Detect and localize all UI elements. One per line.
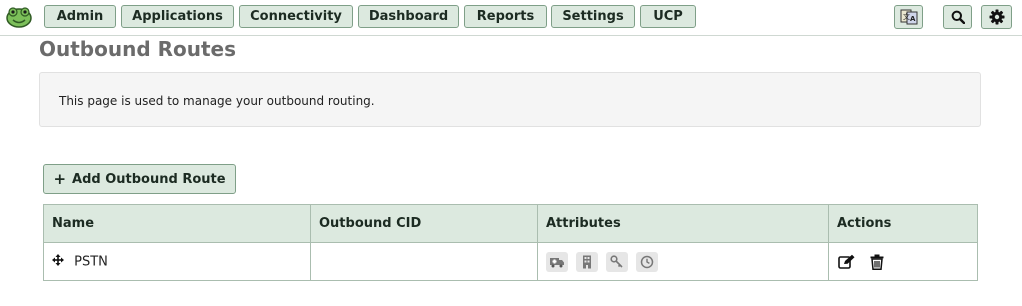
nav-applications[interactable]: Applications — [121, 5, 234, 28]
nav-settings-label: Settings — [562, 9, 624, 24]
info-text: This page is used to manage your outboun… — [59, 94, 375, 108]
translate-icon: 文 A — [900, 9, 917, 25]
edit-icon[interactable] — [837, 252, 857, 272]
nav-dashboard[interactable]: Dashboard — [358, 5, 459, 28]
key-password-icon — [606, 251, 629, 272]
route-name: PSTN — [74, 254, 108, 269]
logo-icon[interactable] — [4, 5, 34, 29]
add-outbound-route-label: Add Outbound Route — [72, 171, 226, 187]
nav-reports[interactable]: Reports — [464, 5, 547, 28]
nav-ucp[interactable]: UCP — [640, 5, 696, 28]
emergency-ambulance-icon — [546, 251, 568, 272]
info-panel: This page is used to manage your outboun… — [39, 72, 981, 127]
language-button[interactable]: 文 A — [894, 5, 923, 29]
column-header-outbound-cid[interactable]: Outbound CID — [310, 204, 538, 243]
column-header-attributes[interactable]: Attributes — [537, 204, 829, 243]
svg-text:文: 文 — [903, 12, 910, 21]
actions-cell — [828, 242, 978, 281]
nav-applications-label: Applications — [132, 9, 223, 24]
settings-button[interactable] — [981, 5, 1012, 29]
svg-text:A: A — [910, 15, 916, 23]
nav-ucp-label: UCP — [653, 9, 683, 24]
page-title: Outbound Routes — [39, 37, 237, 61]
route-name-cell[interactable]: PSTN — [43, 242, 311, 281]
outbound-routes-table: Name Outbound CID Attributes Actions PST… — [43, 204, 978, 281]
clock-time-group-icon — [636, 251, 659, 272]
top-nav-bar: Admin Applications Connectivity Dashboar… — [0, 0, 1022, 36]
column-header-actions: Actions — [828, 204, 978, 243]
nav-connectivity[interactable]: Connectivity — [239, 5, 353, 28]
nav-settings[interactable]: Settings — [551, 5, 635, 28]
nav-dashboard-label: Dashboard — [368, 9, 449, 24]
nav-admin[interactable]: Admin — [44, 5, 116, 28]
outbound-cid-cell — [310, 242, 538, 281]
column-header-name[interactable]: Name — [43, 204, 311, 243]
table-header-row: Name Outbound CID Attributes Actions — [43, 204, 978, 243]
drag-move-icon[interactable] — [52, 253, 66, 270]
building-intracompany-icon — [576, 251, 599, 272]
gear-icon — [989, 9, 1004, 25]
nav-admin-label: Admin — [56, 9, 104, 24]
trash-icon[interactable] — [867, 252, 887, 272]
table-row[interactable]: PSTN — [43, 242, 978, 281]
plus-icon: + — [53, 169, 67, 188]
search-icon — [951, 10, 965, 24]
attributes-cell — [537, 242, 829, 281]
nav-connectivity-label: Connectivity — [250, 9, 342, 24]
add-outbound-route-button[interactable]: + Add Outbound Route — [43, 164, 236, 194]
nav-reports-label: Reports — [476, 9, 535, 24]
search-button[interactable] — [943, 5, 972, 29]
